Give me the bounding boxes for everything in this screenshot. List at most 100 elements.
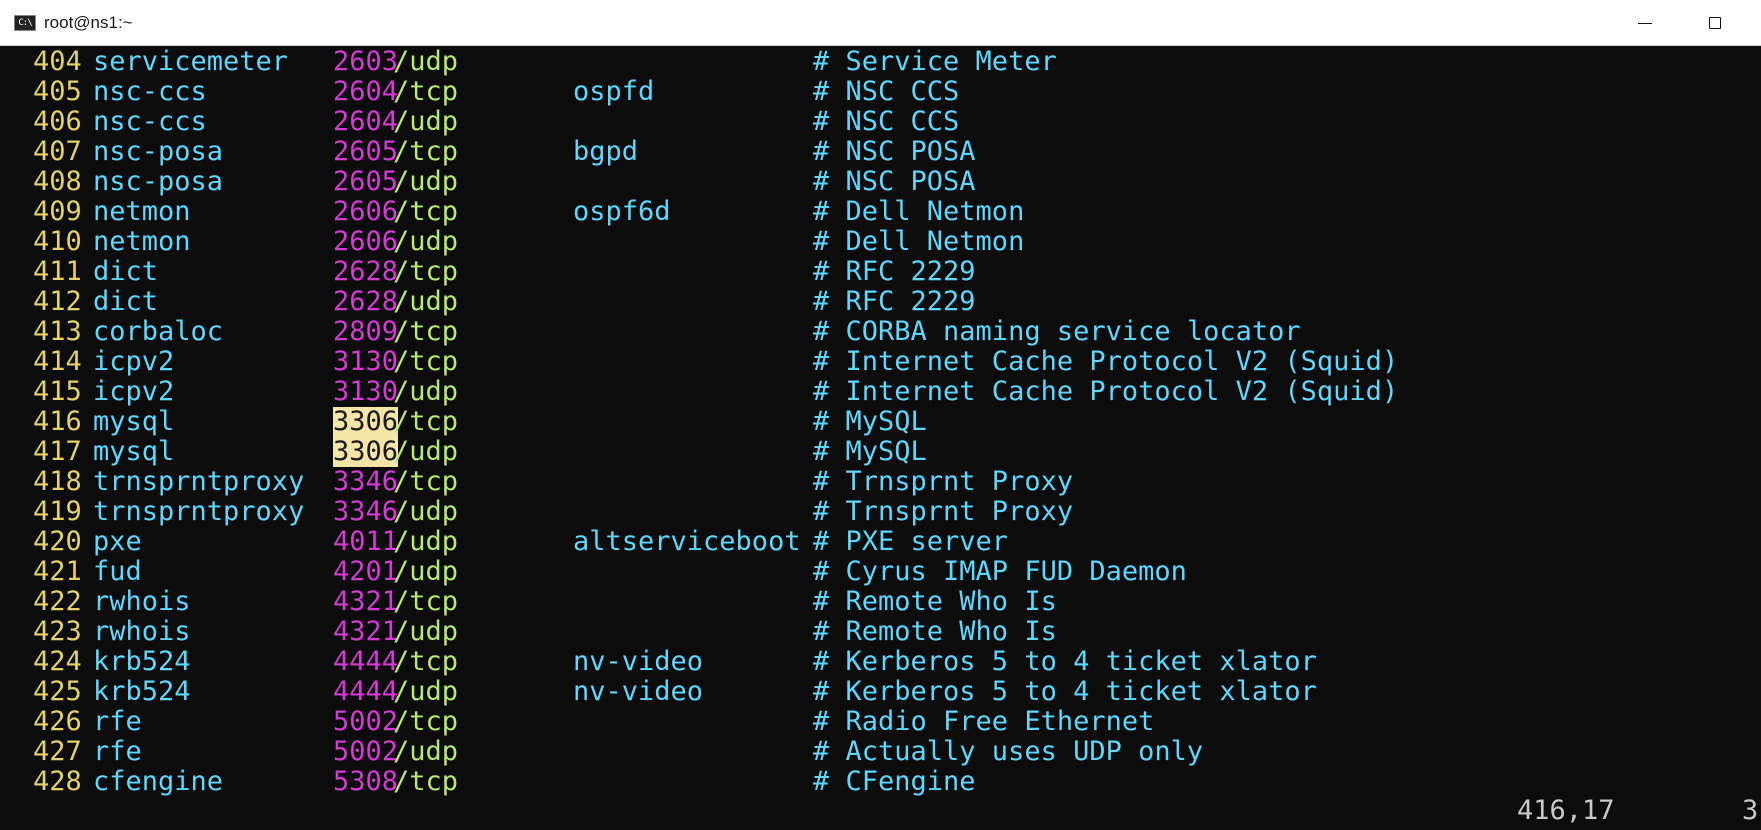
- port-number: 4011: [333, 526, 399, 557]
- service-name: rwhois: [93, 586, 191, 617]
- port-number: 4444: [333, 676, 399, 707]
- file-line: 411 dict 2628/tcp # RFC 2229: [0, 257, 1761, 287]
- protocol: /udp: [393, 526, 459, 557]
- service-name: netmon: [93, 196, 191, 227]
- protocol: /tcp: [393, 586, 459, 617]
- file-line: 412 dict 2628/udp # RFC 2229: [0, 287, 1761, 317]
- protocol: /udp: [393, 106, 459, 137]
- file-line: 409 netmon 2606/tcp ospf6d # Dell Netmon: [0, 197, 1761, 227]
- maximize-icon: [1709, 17, 1721, 29]
- comment-text: # NSC POSA: [813, 136, 976, 167]
- comment-text: # PXE server: [813, 526, 1009, 557]
- maximize-button[interactable]: [1680, 0, 1750, 46]
- comment-text: # Trnsprnt Proxy: [813, 496, 1074, 527]
- port-number: 5308: [333, 766, 399, 797]
- protocol: /tcp: [393, 706, 459, 737]
- protocol: /udp: [393, 736, 459, 767]
- comment-text: # Dell Netmon: [813, 226, 1025, 257]
- service-name: trnsprntproxy: [93, 496, 305, 527]
- service-name: rfe: [93, 706, 142, 737]
- comment-text: # Service Meter: [813, 46, 1057, 77]
- port-number: 2606: [333, 196, 399, 227]
- port-number: 2628: [333, 256, 399, 287]
- line-number: 426: [33, 706, 82, 737]
- protocol: /udp: [393, 496, 459, 527]
- port-number: 5002: [333, 706, 399, 737]
- file-line: 408 nsc-posa 2605/udp # NSC POSA: [0, 167, 1761, 197]
- protocol: /tcp: [393, 346, 459, 377]
- file-line: 415 icpv2 3130/udp # Internet Cache Protoco…: [0, 377, 1761, 407]
- service-name: krb524: [93, 646, 191, 677]
- protocol: /tcp: [393, 646, 459, 677]
- terminal-app-icon[interactable]: C:\: [14, 15, 36, 31]
- line-number: 410: [33, 226, 82, 257]
- file-line: 418 trnsprntproxy 3346/tcp # Trnsprnt Proxy: [0, 467, 1761, 497]
- comment-text: # Cyrus IMAP FUD Daemon: [813, 556, 1187, 587]
- protocol: /udp: [393, 286, 459, 317]
- comment-text: # MySQL: [813, 406, 927, 437]
- line-number: 423: [33, 616, 82, 647]
- protocol: /tcp: [393, 406, 459, 437]
- line-number: 425: [33, 676, 82, 707]
- service-name: icpv2: [93, 376, 175, 407]
- comment-text: # RFC 2229: [813, 286, 976, 317]
- service-name: icpv2: [93, 346, 175, 377]
- file-line: 416 mysql 3306/tcp # MySQL: [0, 407, 1761, 437]
- protocol: /tcp: [393, 766, 459, 797]
- file-line: 407 nsc-posa 2605/tcp bgpd # NSC POSA: [0, 137, 1761, 167]
- comment-text: # NSC CCS: [813, 106, 960, 137]
- port-number: 4444: [333, 646, 399, 677]
- file-line: 414 icpv2 3130/tcp # Internet Cache Protoco…: [0, 347, 1761, 377]
- file-line: 427 rfe 5002/udp # Actually uses UDP only: [0, 737, 1761, 767]
- port-number: 2603: [333, 46, 399, 77]
- comment-text: # CORBA naming service locator: [813, 316, 1301, 347]
- port-number: 4201: [333, 556, 399, 587]
- file-line: 422 rwhois 4321/tcp # Remote Who Is: [0, 587, 1761, 617]
- protocol: /tcp: [393, 196, 459, 227]
- port-number: 2604: [333, 106, 399, 137]
- service-alias: ospfd: [573, 76, 655, 107]
- line-number: 424: [33, 646, 82, 677]
- protocol: /tcp: [393, 316, 459, 347]
- service-name: cfengine: [93, 766, 224, 797]
- service-name: netmon: [93, 226, 191, 257]
- minimize-button[interactable]: [1610, 0, 1680, 46]
- minimize-icon: [1638, 22, 1652, 24]
- service-alias: nv-video: [573, 676, 704, 707]
- file-line: 413 corbaloc 2809/tcp # CORBA naming servic…: [0, 317, 1761, 347]
- protocol: /udp: [393, 376, 459, 407]
- line-number: 406: [33, 106, 82, 137]
- comment-text: # Dell Netmon: [813, 196, 1025, 227]
- comment-text: # Radio Free Ethernet: [813, 706, 1155, 737]
- port-number: 3346: [333, 466, 399, 497]
- port-number: 3306: [333, 436, 399, 467]
- protocol: /udp: [393, 556, 459, 587]
- file-line: 410 netmon 2606/udp # Dell Netmon: [0, 227, 1761, 257]
- cursor-position: 416,17: [1517, 795, 1615, 826]
- service-name: pxe: [93, 526, 142, 557]
- port-number: 3306: [333, 406, 399, 437]
- port-number: 2605: [333, 166, 399, 197]
- comment-text: # Trnsprnt Proxy: [813, 466, 1074, 497]
- service-alias: ospf6d: [573, 196, 671, 227]
- port-number: 2809: [333, 316, 399, 347]
- service-name: mysql: [93, 436, 175, 467]
- line-number: 412: [33, 286, 82, 317]
- comment-text: # Kerberos 5 to 4 ticket xlator: [813, 676, 1317, 707]
- service-name: servicemeter: [93, 46, 289, 77]
- service-name: rfe: [93, 736, 142, 767]
- port-number: 4321: [333, 586, 399, 617]
- comment-text: # Internet Cache Protocol V2 (Squid): [813, 346, 1399, 377]
- terminal-area[interactable]: 404 servicemeter 2603/udp # Service Meter 40…: [0, 46, 1761, 830]
- port-number: 3346: [333, 496, 399, 527]
- service-name: dict: [93, 256, 159, 287]
- line-number: 420: [33, 526, 82, 557]
- line-number: 421: [33, 556, 82, 587]
- line-number: 414: [33, 346, 82, 377]
- file-line: 428 cfengine 5308/tcp # CFengine: [0, 767, 1761, 797]
- comment-text: # Remote Who Is: [813, 616, 1057, 647]
- port-number: 2606: [333, 226, 399, 257]
- file-line: 423 rwhois 4321/udp # Remote Who Is: [0, 617, 1761, 647]
- comment-text: # Internet Cache Protocol V2 (Squid): [813, 376, 1399, 407]
- port-number: 3130: [333, 376, 399, 407]
